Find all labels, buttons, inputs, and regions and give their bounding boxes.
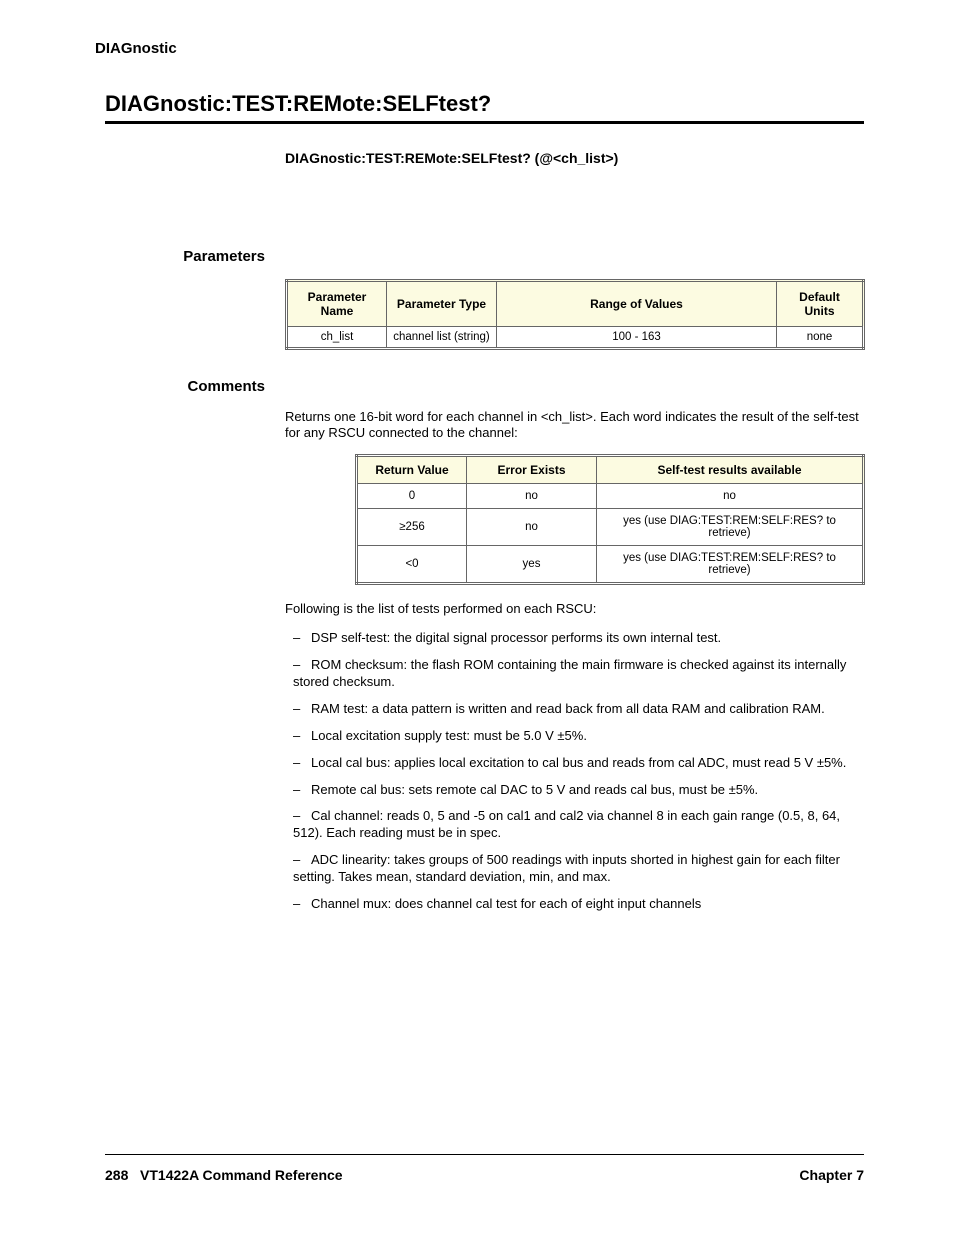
comments-body: Returns one 16-bit word for each channel… [285, 409, 864, 443]
td: no [467, 484, 597, 509]
bullet-text: Channel mux: does channel cal test for e… [311, 896, 701, 911]
bullets-section: Following is the list of tests performed… [285, 601, 864, 913]
list-item: –ROM checksum: the flash ROM containing … [293, 657, 864, 691]
bullet-text: RAM test: a data pattern is written and … [311, 701, 825, 716]
bullet-text: Local cal bus: applies local excitation … [311, 755, 846, 770]
td: channel list (string) [387, 326, 497, 348]
table-row: 0 no no [357, 484, 864, 509]
bullet-text: ROM checksum: the flash ROM containing t… [293, 657, 846, 689]
th-default-units: Default Units [777, 280, 864, 326]
table-row: ch_list channel list (string) 100 - 163 … [287, 326, 864, 348]
result-table-wrap: Return Value Error Exists Self-test resu… [355, 454, 864, 585]
td: yes (use DIAG:TEST:REM:SELF:RES? to retr… [597, 546, 864, 584]
bullet-text: DSP self-test: the digital signal proces… [311, 630, 721, 645]
td: yes (use DIAG:TEST:REM:SELF:RES? to retr… [597, 509, 864, 546]
th-selftest-avail: Self-test results available [597, 456, 864, 484]
bullets-intro: Following is the list of tests performed… [285, 601, 864, 618]
td: ≥256 [357, 509, 467, 546]
td: ch_list [287, 326, 387, 348]
list-item: –DSP self-test: the digital signal proce… [293, 630, 864, 647]
td: no [467, 509, 597, 546]
footer-right: Chapter 7 [799, 1167, 864, 1183]
list-item: –ADC linearity: takes groups of 500 read… [293, 852, 864, 886]
table-header-row: Return Value Error Exists Self-test resu… [357, 456, 864, 484]
comments-label: Comments [105, 378, 265, 395]
doc-title: VT1422A Command Reference [140, 1167, 343, 1183]
th-range: Range of Values [497, 280, 777, 326]
syntax-text: DIAGnostic:TEST:REMote:SELFtest? (@<ch_l… [285, 150, 618, 166]
table-row: ≥256 no yes (use DIAG:TEST:REM:SELF:RES?… [357, 509, 864, 546]
list-item: –Local excitation supply test: must be 5… [293, 728, 864, 745]
th-return-value: Return Value [357, 456, 467, 484]
td: none [777, 326, 864, 348]
result-table: Return Value Error Exists Self-test resu… [355, 454, 865, 585]
td: <0 [357, 546, 467, 584]
list-item: –Remote cal bus: sets remote cal DAC to … [293, 782, 864, 799]
th-param-type: Parameter Type [387, 280, 497, 326]
header-category: DIAGnostic [95, 40, 864, 57]
th-error-exists: Error Exists [467, 456, 597, 484]
td: 100 - 163 [497, 326, 777, 348]
title-rule [105, 121, 864, 124]
bullet-text: ADC linearity: takes groups of 500 readi… [293, 852, 840, 884]
list-item: –Local cal bus: applies local excitation… [293, 755, 864, 772]
bullet-text: Remote cal bus: sets remote cal DAC to 5… [311, 782, 758, 797]
page-footer: 288 VT1422A Command Reference Chapter 7 [105, 1154, 864, 1183]
td: no [597, 484, 864, 509]
td: 0 [357, 484, 467, 509]
bullet-text: Cal channel: reads 0, 5 and -5 on cal1 a… [293, 808, 840, 840]
chapter-label: Chapter 7 [799, 1167, 864, 1183]
syntax-line: DIAGnostic:TEST:REMote:SELFtest? (@<ch_l… [285, 150, 864, 182]
footer-left: 288 VT1422A Command Reference [105, 1167, 343, 1183]
parameters-table: Parameter Name Parameter Type Range of V… [285, 279, 865, 350]
table-header-row: Parameter Name Parameter Type Range of V… [287, 280, 864, 326]
list-item: –Channel mux: does channel cal test for … [293, 896, 864, 913]
footer-rule [105, 1154, 864, 1155]
comments-intro: Returns one 16-bit word for each channel… [285, 409, 864, 443]
table-row: <0 yes yes (use DIAG:TEST:REM:SELF:RES? … [357, 546, 864, 584]
td: yes [467, 546, 597, 584]
list-item: –RAM test: a data pattern is written and… [293, 701, 864, 718]
page-number: 288 [105, 1167, 128, 1183]
th-param-name: Parameter Name [287, 280, 387, 326]
page-title: DIAGnostic:TEST:REMote:SELFtest? [105, 91, 864, 117]
parameters-table-wrap: Parameter Name Parameter Type Range of V… [285, 279, 864, 350]
bullet-text: Local excitation supply test: must be 5.… [311, 728, 587, 743]
list-item: –Cal channel: reads 0, 5 and -5 on cal1 … [293, 808, 864, 842]
parameters-label: Parameters [105, 248, 265, 265]
